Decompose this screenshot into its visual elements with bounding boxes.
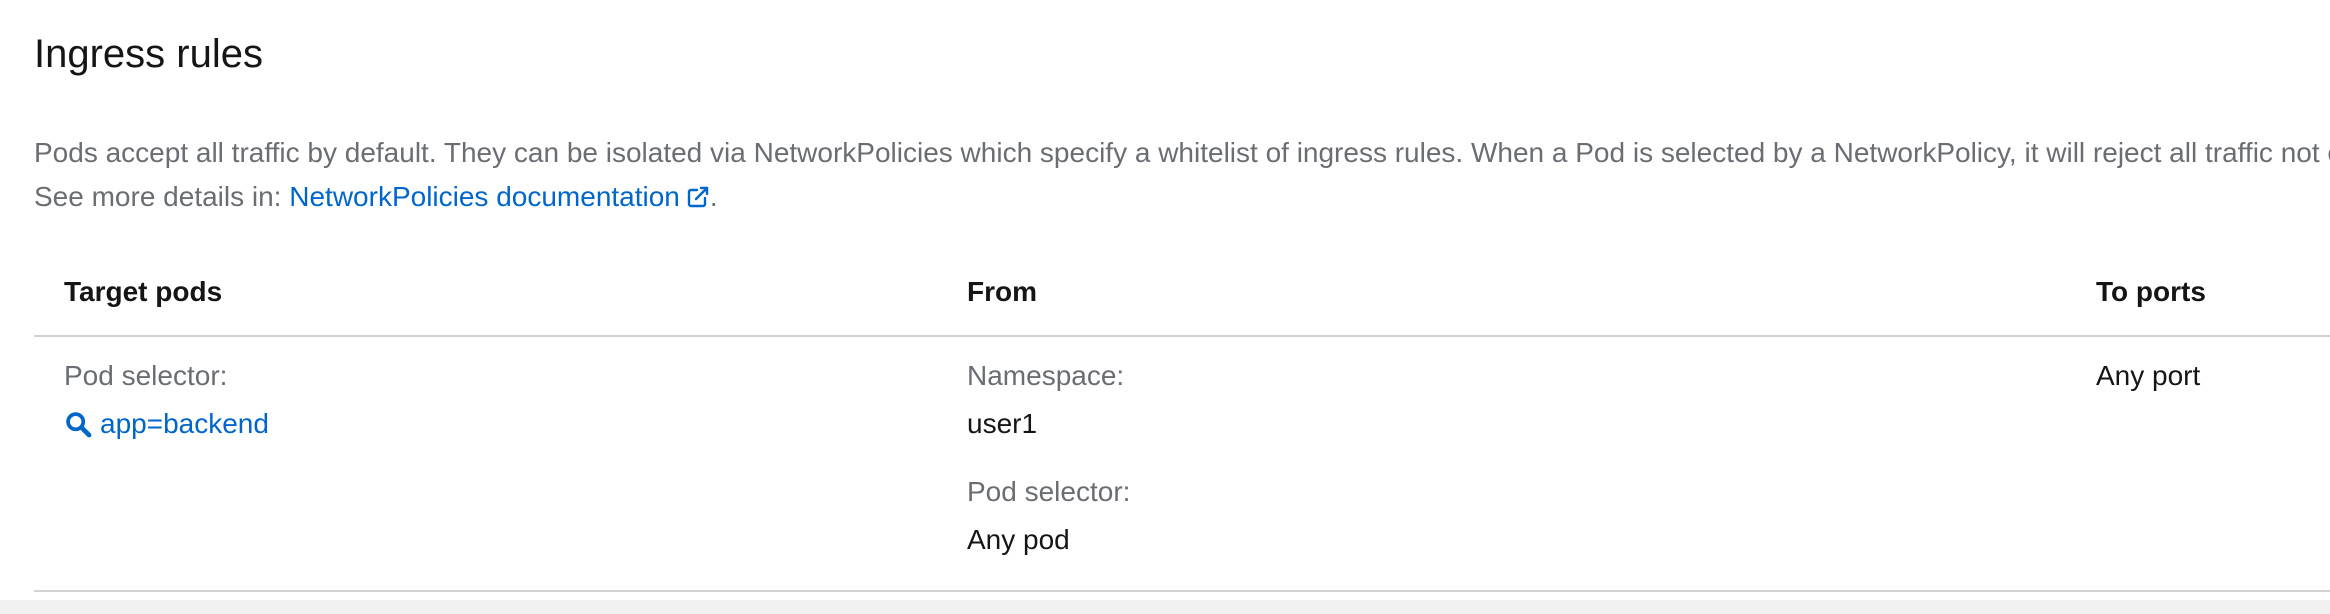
page-footer-divider [0,600,2330,614]
external-link-icon [687,186,709,208]
search-icon [66,412,92,438]
section-title: Ingress rules [34,32,263,76]
from-cell: Namespace: user1 Pod selector: Any pod [967,352,1130,564]
to-ports-cell: Any port [2096,352,2200,400]
column-header-from: From [967,276,1037,307]
pod-selector-search-link[interactable]: app=backend [64,400,269,448]
from-pod-selector-label: Pod selector: [967,476,1131,507]
from-pod-selector-value: Any pod [967,524,1070,555]
table-header-row: Target pods From To ports [34,258,2330,337]
table-row: Pod selector: app=backend Namespace: use… [34,337,2330,592]
pod-selector-value: app=backend [100,408,269,439]
namespace-label: Namespace: [967,360,1125,391]
docs-suffix: . [709,181,718,212]
target-pod-selector-label: Pod selector: [64,360,228,391]
description-docs-line: See more details in: NetworkPolicies doc… [34,175,2330,219]
docs-link-label: NetworkPolicies documentation [289,181,680,212]
network-policy-ingress-page: Ingress rules Pods accept all traffic by… [0,0,2330,614]
namespace-value: user1 [967,408,1038,439]
column-header-to-ports: To ports [2096,276,2206,307]
column-header-target-pods: Target pods [64,276,223,307]
target-pods-cell: Pod selector: app=backend [64,352,269,448]
description-text: Pods accept all traffic by default. They… [34,137,2330,168]
ingress-description: Pods accept all traffic by default. They… [34,131,2330,219]
docs-prefix: See more details in: [34,181,290,212]
networkpolicies-docs-link[interactable]: NetworkPolicies documentation [289,181,710,212]
to-ports-value: Any port [2096,360,2201,391]
ingress-rules-table: Target pods From To ports Pod selector: … [34,258,2330,592]
